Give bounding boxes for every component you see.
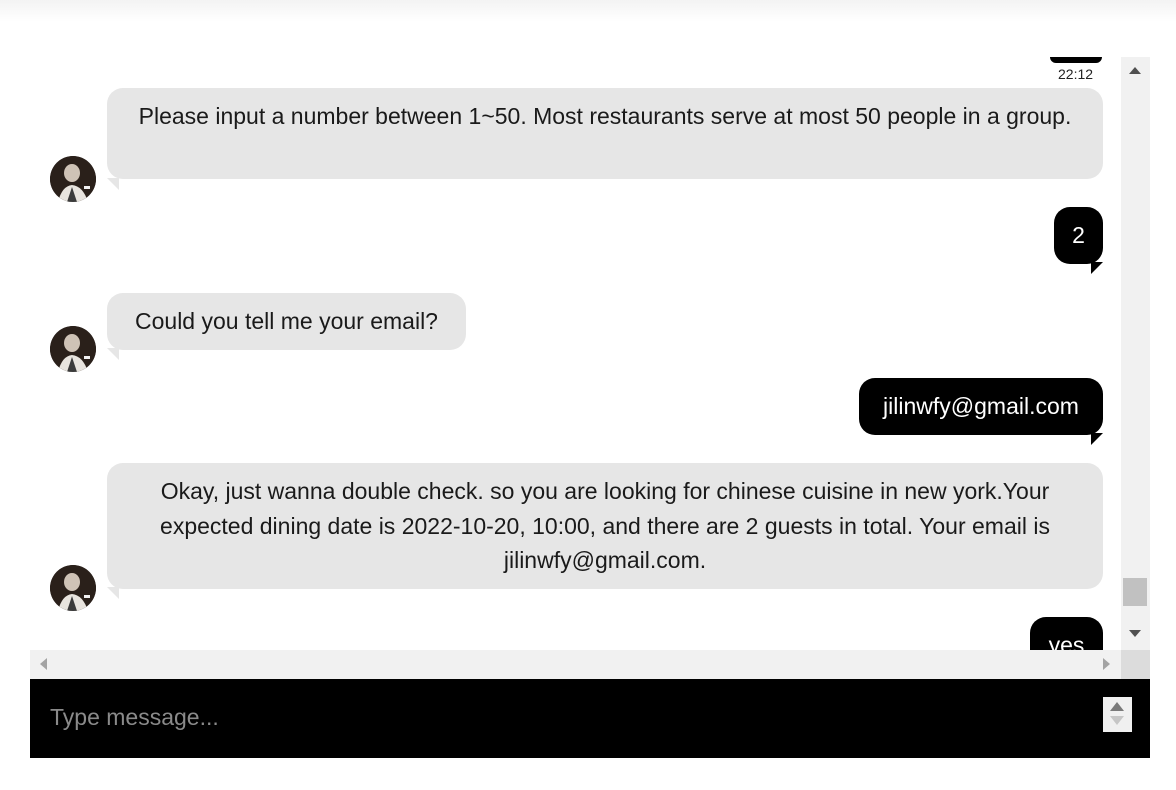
bot-message-bubble: Could you tell me your email?: [107, 293, 466, 350]
user-message-bubble: yes: [1030, 617, 1103, 650]
user-message-bubble: 2: [1054, 207, 1103, 264]
bot-message-bubble: Please input a number between 1~50. Most…: [107, 88, 1103, 179]
chat-message-list[interactable]: 22:12 Please input a number between 1~50…: [30, 57, 1150, 650]
bubble-tail: [107, 587, 119, 599]
horizontal-scrollbar[interactable]: [30, 650, 1121, 679]
bubble-tail: [107, 178, 119, 190]
spinner-up-arrow-icon[interactable]: [1110, 702, 1124, 711]
message-composer: [30, 679, 1150, 758]
bubble-tail: [1091, 433, 1103, 445]
scroll-down-arrow-icon[interactable]: [1129, 630, 1141, 637]
bot-avatar-icon: [50, 565, 96, 611]
bubble-tail: [107, 348, 119, 360]
bubble-tail: [1091, 262, 1103, 274]
spinner-down-arrow-icon[interactable]: [1110, 716, 1124, 725]
message-input[interactable]: [50, 695, 1090, 739]
vertical-scroll-thumb[interactable]: [1123, 578, 1147, 606]
user-message-bubble: jilinwfy@gmail.com: [859, 378, 1103, 435]
scroll-up-arrow-icon[interactable]: [1129, 67, 1141, 74]
scroll-right-arrow-icon[interactable]: [1103, 658, 1110, 670]
scrollbar-corner: [1121, 650, 1150, 679]
message-timestamp: 22:12: [1058, 66, 1094, 82]
bot-message-bubble: Okay, just wanna double check. so you ar…: [107, 463, 1103, 589]
bot-avatar-icon: [50, 156, 96, 202]
input-spinner-icon[interactable]: [1103, 697, 1132, 732]
window-top-strip: [0, 0, 1176, 22]
previous-user-message-partial: [1050, 57, 1102, 63]
vertical-scrollbar[interactable]: [1121, 57, 1150, 650]
bot-avatar-icon: [50, 326, 96, 372]
scroll-left-arrow-icon[interactable]: [40, 658, 47, 670]
